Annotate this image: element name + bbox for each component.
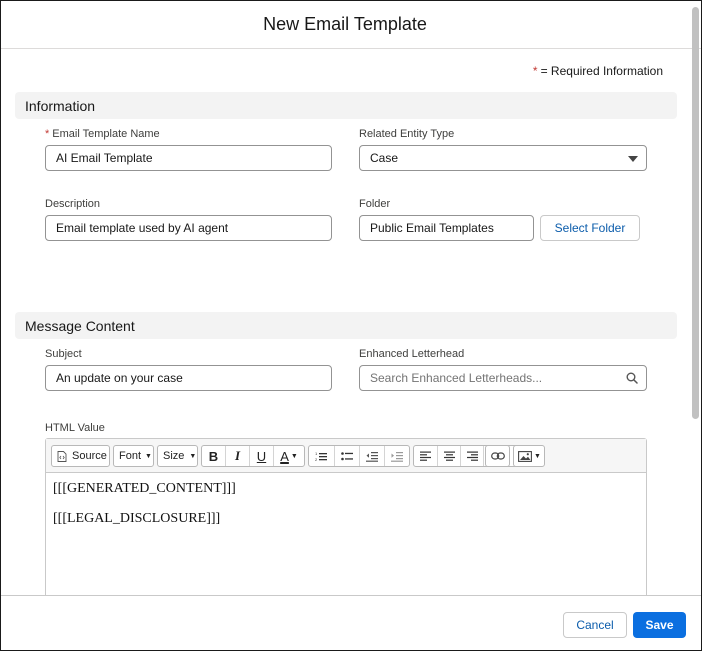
align-right-icon — [466, 451, 478, 461]
rich-text-editor[interactable]: Source Font ▼ Size ▼ B I U A ▼ 1 2 ▼ [[[… — [45, 438, 647, 596]
indent-icon — [391, 451, 404, 462]
related-entity-value: Case — [370, 151, 399, 165]
text-color-button[interactable]: A ▼ — [274, 446, 304, 466]
link-icon — [490, 452, 505, 460]
numbered-list-icon: 1 2 — [315, 451, 328, 462]
section-message-content: Message Content — [15, 312, 677, 339]
insert-link-button[interactable] — [485, 445, 510, 467]
caret-down-icon: ▼ — [189, 452, 197, 460]
insert-image-button[interactable]: ▼ — [513, 445, 545, 467]
align-left-icon — [420, 451, 431, 461]
size-label: Size — [163, 450, 185, 462]
related-entity-label: Related Entity Type — [359, 128, 455, 140]
svg-text:1: 1 — [315, 451, 318, 456]
folder-label: Folder — [359, 198, 391, 210]
image-icon — [518, 450, 532, 462]
cancel-button[interactable]: Cancel — [563, 612, 627, 638]
template-name-label-text: Email Template Name — [52, 128, 160, 140]
folder-input[interactable]: Public Email Templates — [359, 215, 534, 241]
letterhead-search-input[interactable]: Search Enhanced Letterheads... — [359, 365, 647, 391]
text-color-icon: A — [280, 448, 289, 464]
email-template-modal: New Email Template * = Required Informati… — [0, 0, 702, 651]
font-dropdown[interactable]: Font ▼ — [113, 445, 154, 467]
caret-down-icon: ▼ — [534, 452, 541, 460]
template-name-input[interactable]: AI Email Template — [45, 145, 332, 171]
decrease-indent-button[interactable] — [360, 446, 384, 466]
section-information: Information — [15, 92, 677, 119]
bulleted-list-icon — [341, 451, 354, 460]
editor-content[interactable]: [[[GENERATED_CONTENT]]] [[[LEGAL_DISCLOS… — [53, 481, 236, 541]
description-label: Description — [45, 198, 101, 210]
underline-button[interactable]: U — [250, 446, 273, 466]
outdent-icon — [366, 451, 379, 462]
modal-footer: Cancel Save — [1, 595, 701, 650]
caret-down-icon: ▼ — [290, 452, 298, 460]
scrollbar-thumb[interactable] — [692, 7, 699, 419]
font-label: Font — [119, 450, 142, 462]
source-button[interactable]: Source — [51, 445, 110, 467]
svg-text:2: 2 — [315, 457, 318, 462]
bold-button[interactable]: B — [202, 446, 225, 466]
letterhead-label: Enhanced Letterhead — [359, 348, 465, 360]
numbered-list-button[interactable]: 1 2 — [309, 446, 334, 466]
align-left-button[interactable] — [414, 446, 437, 466]
caret-down-icon: ▼ — [145, 452, 152, 460]
editor-line-generated-content: [[[GENERATED_CONTENT]]] — [53, 481, 236, 496]
editor-line-legal-disclosure: [[[LEGAL_DISCLOSURE]]] — [53, 511, 221, 526]
required-star: * — [532, 64, 538, 78]
increase-indent-button[interactable] — [385, 446, 409, 466]
select-folder-button[interactable]: Select Folder — [540, 215, 640, 241]
template-name-label: * Email Template Name — [45, 128, 160, 140]
size-dropdown[interactable]: Size ▼ — [157, 445, 198, 467]
letterhead-placeholder: Search Enhanced Letterheads... — [370, 371, 543, 385]
related-entity-select[interactable]: Case — [359, 145, 647, 171]
list-indent-group: 1 2 — [308, 445, 410, 467]
source-label: Source — [72, 450, 107, 462]
align-right-button[interactable] — [461, 446, 483, 466]
chevron-down-icon — [628, 156, 638, 162]
format-button-group: B I U A ▼ — [201, 445, 305, 467]
modal-title: New Email Template — [263, 14, 427, 34]
bulleted-list-button[interactable] — [335, 446, 360, 466]
align-center-icon — [443, 451, 455, 461]
italic-button[interactable]: I — [226, 446, 249, 466]
save-button[interactable]: Save — [633, 612, 686, 638]
description-input[interactable]: Email template used by AI agent — [45, 215, 332, 241]
required-information-text: = Required Information — [540, 64, 663, 78]
html-value-label: HTML Value — [45, 422, 105, 434]
search-icon — [626, 372, 638, 384]
editor-toolbar: Source Font ▼ Size ▼ B I U A ▼ 1 2 ▼ — [46, 439, 646, 473]
required-information-note: * = Required Information — [533, 64, 663, 78]
scrollbar[interactable] — [691, 3, 699, 595]
align-center-button[interactable] — [438, 446, 460, 466]
modal-body: * = Required Information Information * Ema… — [1, 50, 689, 596]
source-icon — [57, 450, 67, 462]
modal-header: New Email Template — [1, 1, 701, 49]
subject-input[interactable]: An update on your case — [45, 365, 332, 391]
required-star: * — [45, 128, 50, 140]
subject-label: Subject — [45, 348, 82, 360]
